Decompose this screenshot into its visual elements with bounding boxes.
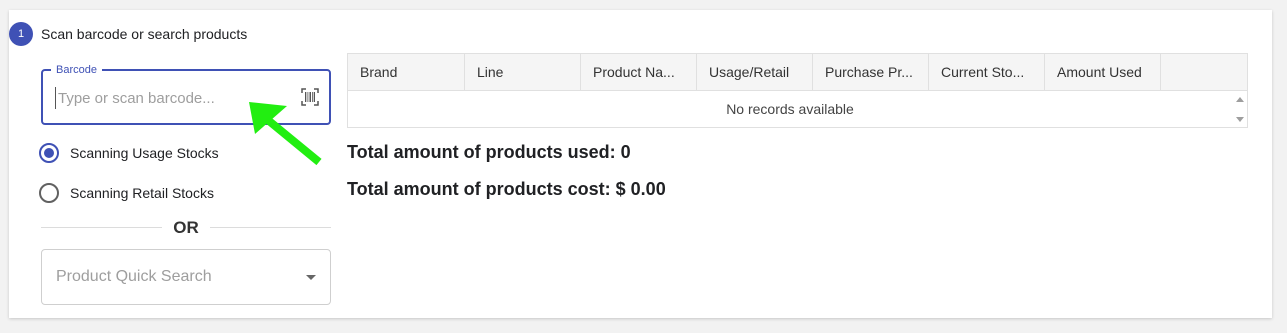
chevron-down-icon[interactable] (306, 275, 316, 280)
radio-unchecked-icon[interactable] (39, 183, 59, 203)
table-body: No records available (348, 92, 1232, 127)
scroll-down-icon[interactable] (1236, 117, 1244, 122)
column-header-purchase-price[interactable]: Purchase Pr... (813, 54, 929, 91)
total-products-used: Total amount of products used: 0 (347, 142, 631, 162)
no-records-message: No records available (726, 101, 854, 117)
radio-label-retail: Scanning Retail Stocks (70, 185, 214, 201)
scan-products-card: 1 Scan barcode or search products Barcod… (9, 10, 1272, 318)
column-header-usage-retail[interactable]: Usage/Retail (697, 54, 813, 91)
step-header: 1 Scan barcode or search products (9, 22, 247, 46)
column-header-line[interactable]: Line (465, 54, 581, 91)
radio-checked-icon[interactable] (39, 143, 59, 163)
column-header-product-name[interactable]: Product Na... (581, 54, 697, 91)
column-header-brand[interactable]: Brand (348, 54, 465, 91)
product-quick-search-select[interactable]: Product Quick Search (41, 249, 331, 305)
table-scrollbar[interactable] (1232, 92, 1247, 127)
scroll-up-icon[interactable] (1236, 97, 1244, 102)
radio-scanning-usage[interactable]: Scanning Usage Stocks (39, 143, 219, 163)
annotation-arrow-icon (249, 102, 322, 166)
quick-search-placeholder: Product Quick Search (56, 268, 212, 285)
radio-label-usage: Scanning Usage Stocks (70, 145, 219, 161)
step-number-badge: 1 (9, 22, 33, 46)
radio-scanning-retail[interactable]: Scanning Retail Stocks (39, 183, 214, 203)
column-header-current-stock[interactable]: Current Sto... (929, 54, 1045, 91)
total-products-cost: Total amount of products cost: $ 0.00 (347, 179, 666, 199)
or-text: OR (173, 218, 199, 237)
column-header-amount-used[interactable]: Amount Used (1045, 54, 1161, 91)
divider-line-right (210, 227, 331, 228)
barcode-label: Barcode (51, 63, 102, 77)
table-header: Brand Line Product Na... Usage/Retail Pu… (348, 54, 1247, 91)
step-title: Scan barcode or search products (41, 26, 248, 42)
products-table: Brand Line Product Na... Usage/Retail Pu… (347, 53, 1248, 128)
or-divider: OR (41, 216, 331, 238)
